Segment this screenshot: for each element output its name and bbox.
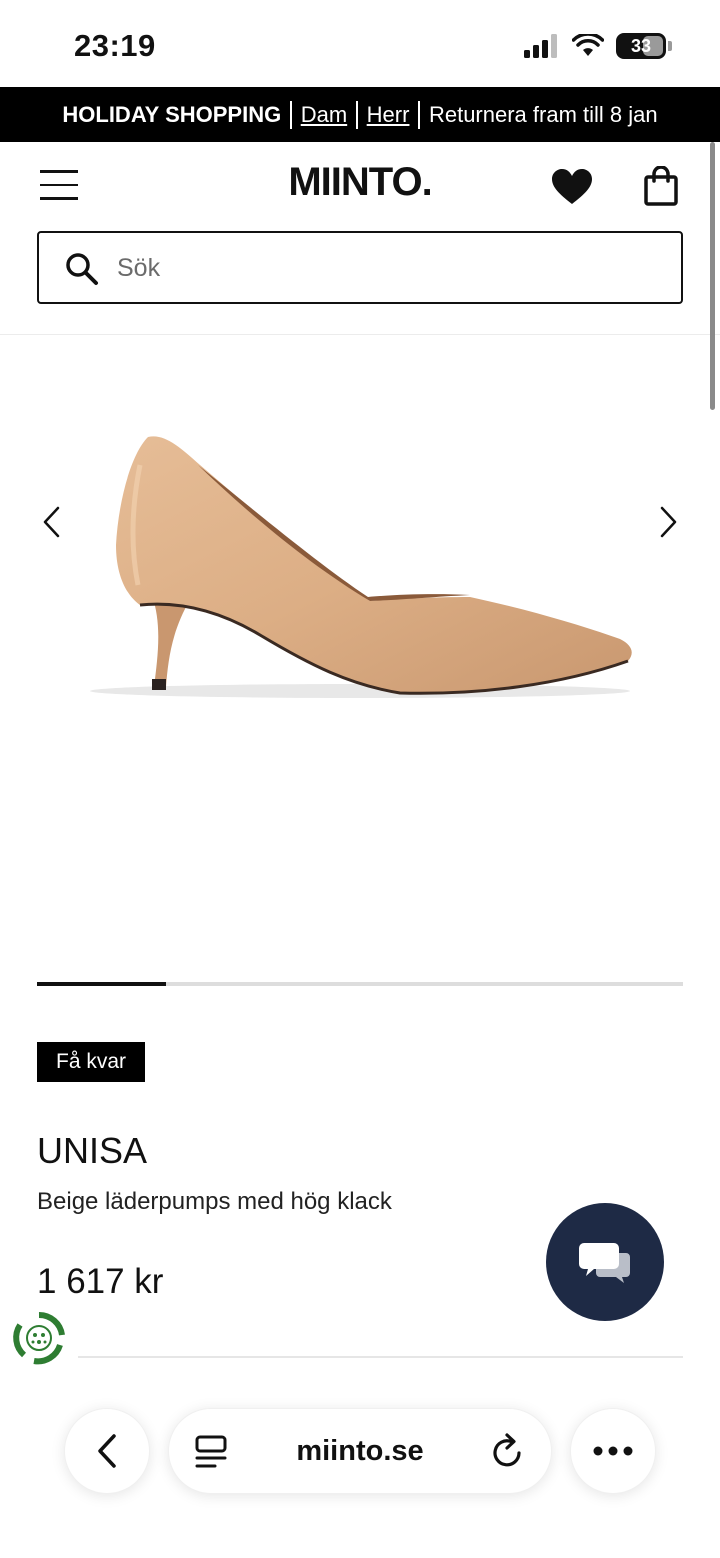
more-icon <box>593 1446 633 1456</box>
promo-separator <box>418 100 420 129</box>
promo-separator <box>356 100 358 129</box>
product-gallery <box>0 335 720 985</box>
product-brand[interactable]: UNISA <box>37 1130 147 1172</box>
status-icons: 33 <box>524 33 672 59</box>
site-header: MIINTO. <box>0 142 720 232</box>
promo-banner: HOLIDAY SHOPPING Dam Herr Returnera fram… <box>0 87 720 142</box>
browser-more-button[interactable] <box>570 1408 656 1494</box>
gallery-progress-fill <box>37 982 167 986</box>
chevron-left-icon[interactable] <box>40 505 64 539</box>
url-text: miinto.se <box>296 1434 424 1467</box>
chat-icon <box>579 1243 630 1283</box>
promo-separator <box>290 100 292 129</box>
search-input[interactable] <box>117 251 657 285</box>
promo-returns-text: Returnera fram till 8 jan <box>428 101 658 127</box>
cellular-signal-icon <box>524 34 557 58</box>
stock-badge: Få kvar <box>37 1042 146 1082</box>
product-price: 1 617 kr <box>37 1262 164 1301</box>
browser-back-button[interactable] <box>64 1408 150 1494</box>
section-divider <box>78 1356 683 1358</box>
battery-level: 33 <box>630 35 652 56</box>
product-description: Beige läderpumps med hög klack <box>37 1188 392 1215</box>
search-icon <box>66 253 98 285</box>
site-logo[interactable]: MIINTO. <box>0 160 720 205</box>
eco-icon[interactable] <box>12 1311 66 1365</box>
search-box[interactable] <box>37 231 683 304</box>
reload-icon[interactable] <box>491 1433 525 1469</box>
status-time: 23:19 <box>74 28 156 63</box>
address-bar[interactable]: miinto.se <box>168 1408 552 1494</box>
gallery-progress <box>37 982 683 986</box>
battery-icon: 33 <box>616 33 666 59</box>
back-icon <box>98 1434 116 1468</box>
chat-button[interactable] <box>546 1203 664 1321</box>
heart-icon[interactable] <box>551 168 593 206</box>
wifi-icon <box>572 34 604 56</box>
promo-link-men[interactable]: Herr <box>367 102 410 128</box>
browser-toolbar: miinto.se <box>0 1390 720 1558</box>
promo-title: HOLIDAY SHOPPING <box>62 101 282 127</box>
product-image <box>90 436 632 698</box>
bag-icon[interactable] <box>644 166 678 206</box>
reader-icon[interactable] <box>195 1435 227 1469</box>
status-bar: 23:19 33 <box>0 0 720 87</box>
chevron-right-icon[interactable] <box>656 505 680 539</box>
promo-link-women[interactable]: Dam <box>301 102 347 128</box>
